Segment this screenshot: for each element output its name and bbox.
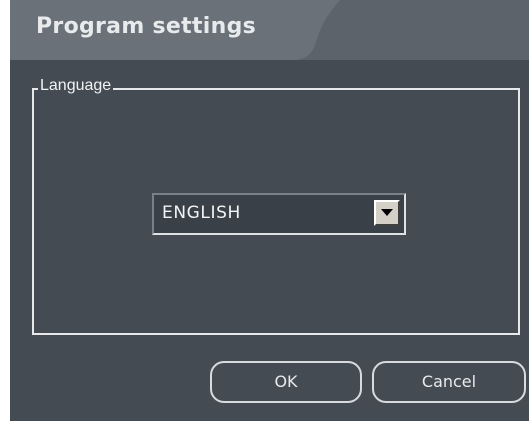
cancel-button[interactable]: Cancel (372, 361, 526, 403)
language-group-label: Language (38, 76, 114, 96)
dropdown-button[interactable] (374, 200, 400, 226)
language-select[interactable]: ENGLISH (152, 193, 406, 235)
ok-button[interactable]: OK (210, 361, 362, 403)
title-bar: Program settings (10, 0, 529, 60)
chevron-down-icon (381, 209, 393, 216)
program-settings-dialog: Program settings Language ENGLISH OK Can… (10, 0, 529, 421)
language-select-value: ENGLISH (162, 203, 241, 223)
dialog-title: Program settings (36, 14, 257, 39)
